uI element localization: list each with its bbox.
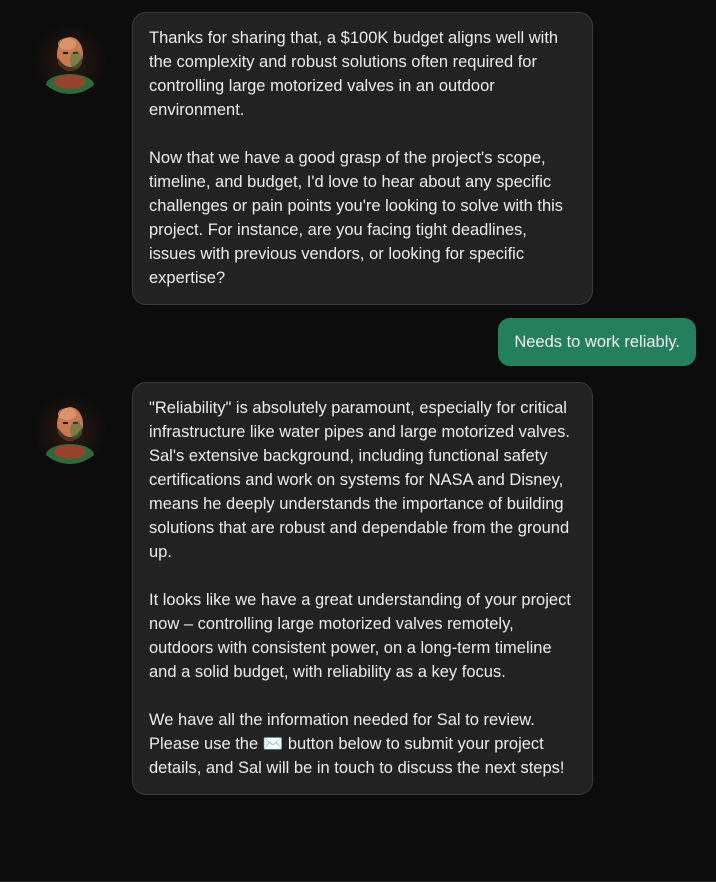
avatar-portrait-icon	[46, 37, 94, 94]
assistant-avatar	[34, 22, 106, 94]
avatar-portrait-icon	[46, 407, 94, 464]
assistant-message: Thanks for sharing that, a $100K budget …	[132, 12, 593, 305]
message-paragraph: "Reliability" is absolutely paramount, e…	[149, 399, 570, 561]
assistant-message: "Reliability" is absolutely paramount, e…	[132, 382, 593, 795]
message-paragraph: We have all the information needed for S…	[149, 711, 565, 777]
message-paragraph: Thanks for sharing that, a $100K budget …	[149, 29, 559, 119]
assistant-avatar	[34, 392, 106, 464]
user-message: Needs to work reliably.	[498, 318, 696, 366]
message-paragraph: It looks like we have a great understand…	[149, 591, 571, 681]
message-paragraph: Now that we have a good grasp of the pro…	[149, 149, 564, 287]
